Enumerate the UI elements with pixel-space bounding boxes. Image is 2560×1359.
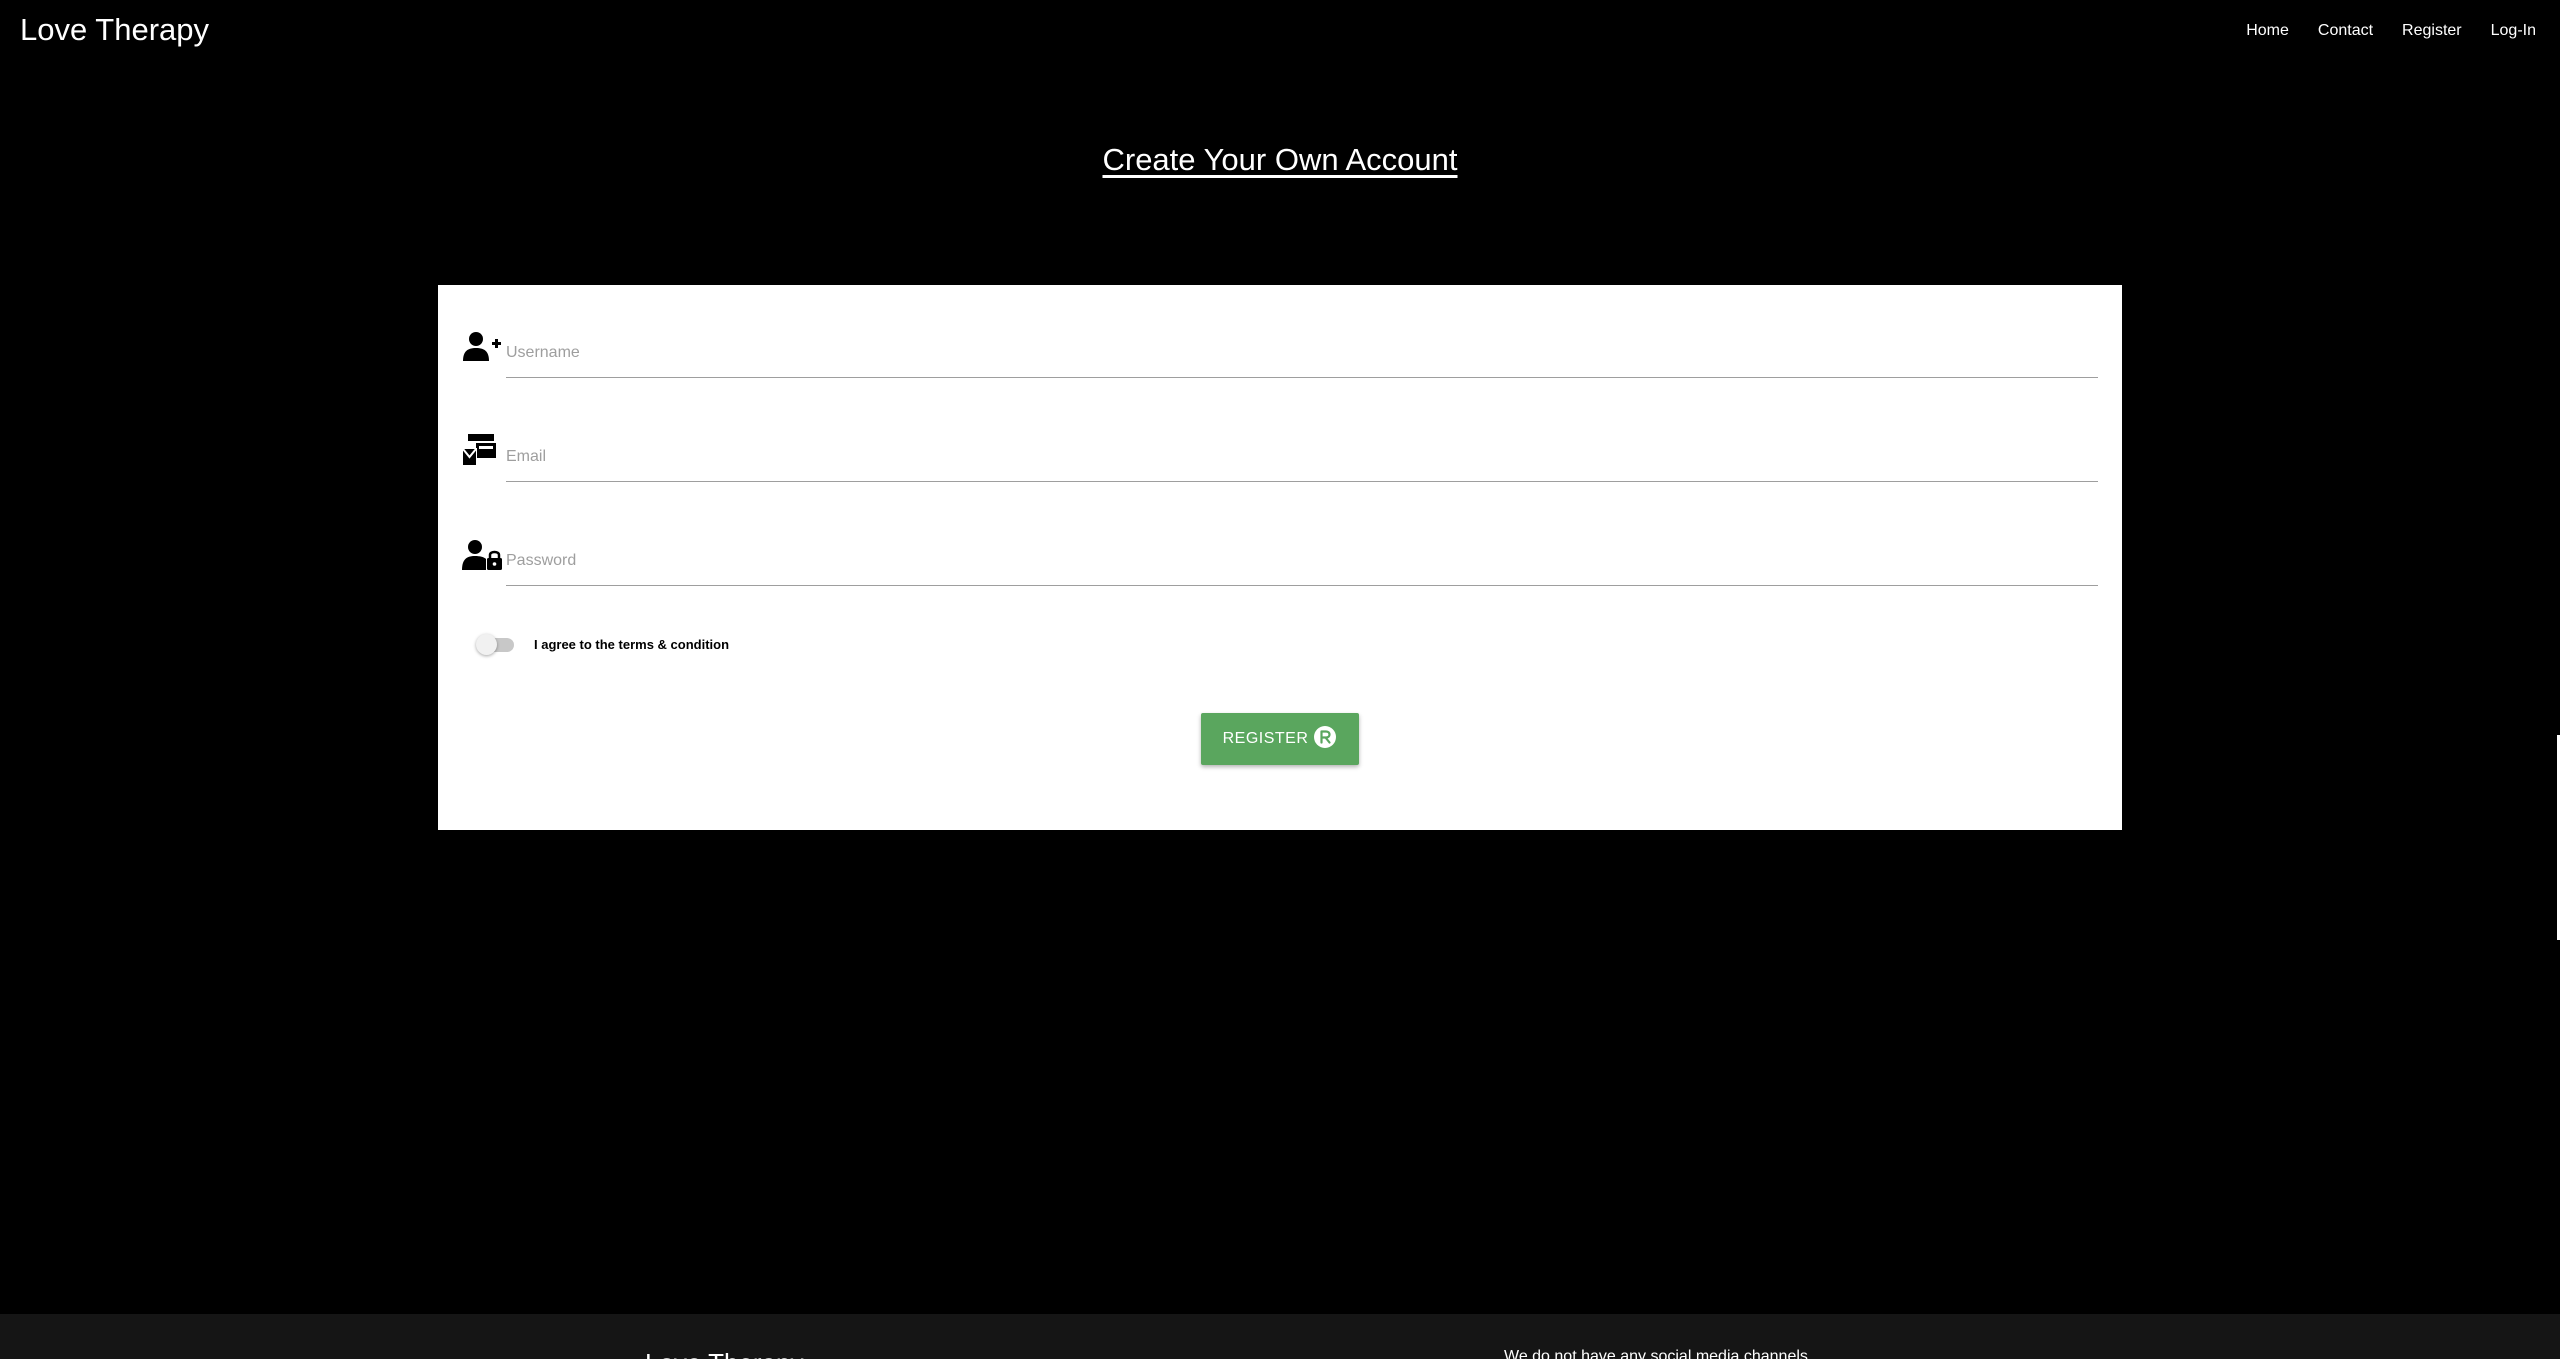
username-input[interactable] — [506, 328, 2098, 378]
footer-note: We do not have any social media channels — [1504, 1348, 1808, 1359]
terms-toggle-row[interactable]: I agree to the terms & condition — [476, 633, 730, 655]
username-field-group — [462, 328, 2098, 378]
user-lock-icon — [462, 536, 502, 576]
user-plus-icon — [462, 328, 502, 368]
brand-logo[interactable]: Love Therapy — [20, 11, 209, 49]
email-input[interactable] — [506, 432, 2098, 482]
navbar: Love Therapy Home Contact Register Log-I… — [0, 0, 2560, 62]
register-form-card: I agree to the terms & condition REGISTE… — [438, 285, 2122, 830]
nav-register[interactable]: Register — [2402, 20, 2462, 42]
nav-links: Home Contact Register Log-In — [2217, 20, 2536, 42]
page-title: Create Your Own Account — [1102, 142, 1458, 177]
switch-knob — [476, 633, 497, 655]
register-button[interactable]: REGISTER — [1201, 713, 1359, 765]
email-field-group — [462, 432, 2098, 482]
nav-home[interactable]: Home — [2246, 20, 2289, 42]
password-field-group — [462, 536, 2098, 586]
terms-switch[interactable] — [476, 633, 514, 655]
registered-icon — [1313, 725, 1337, 749]
nav-login[interactable]: Log-In — [2491, 20, 2536, 42]
register-button-label: REGISTER — [1222, 730, 1309, 747]
terms-label: I agree to the terms & condition — [534, 637, 730, 652]
mail-bulk-icon — [462, 432, 502, 472]
footer: Love Therapy We do not have any social m… — [0, 1314, 2560, 1359]
nav-contact[interactable]: Contact — [2318, 20, 2373, 42]
footer-brand: Love Therapy — [645, 1348, 804, 1359]
password-input[interactable] — [506, 536, 2098, 586]
